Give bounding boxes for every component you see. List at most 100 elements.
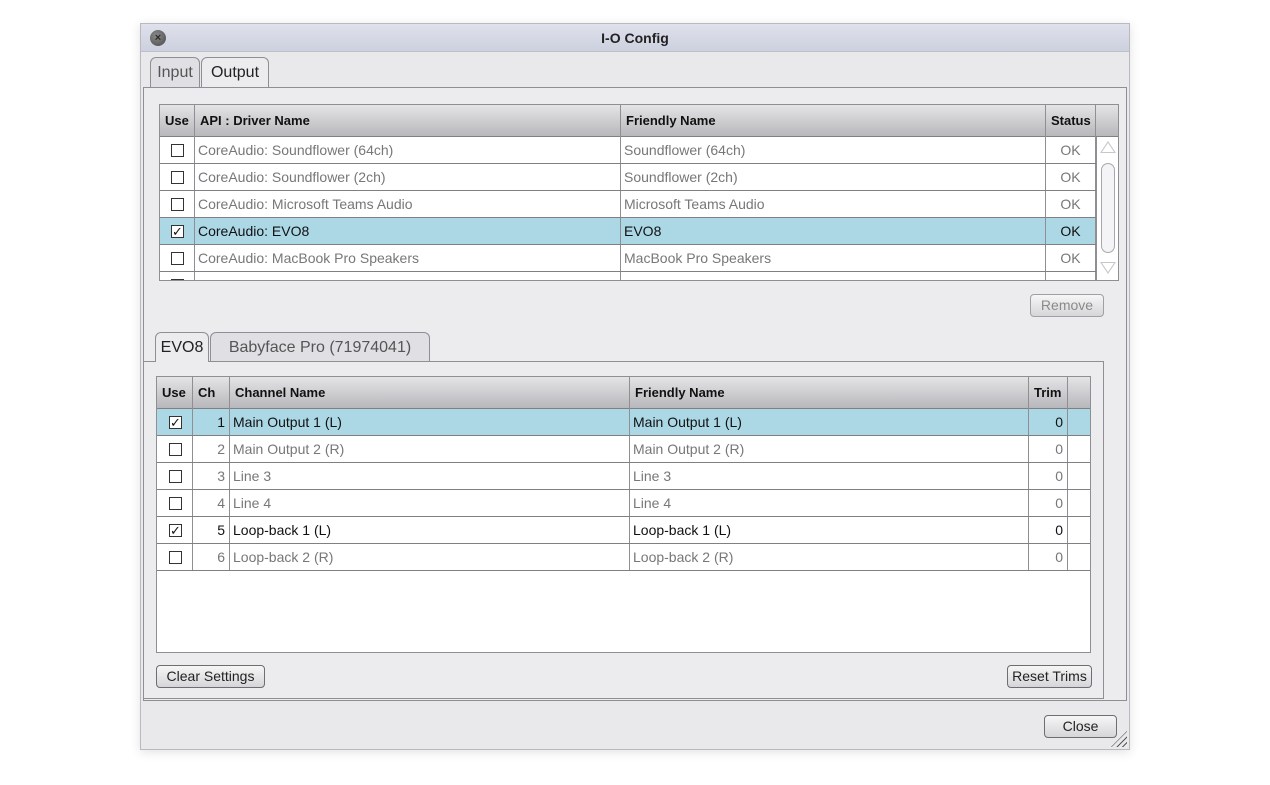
device-use-checkbox[interactable]: ✓	[171, 225, 184, 238]
scroll-down-arrow-icon[interactable]	[1100, 262, 1116, 274]
window-title: I-O Config	[601, 30, 669, 46]
col-channel-name-header[interactable]: Channel Name	[230, 377, 630, 409]
driver-name-cell: CoreAudio: Soundflower (2ch)	[195, 164, 621, 190]
driver-name-cell: CoreAudio: Babyface Pro (71974041)	[195, 272, 621, 280]
title-bar[interactable]: × I-O Config	[141, 24, 1129, 52]
device-row[interactable]: CoreAudio: Microsoft Teams Audio Microsof…	[160, 191, 1096, 218]
close-button[interactable]: Close	[1044, 715, 1117, 738]
device-row[interactable]: CoreAudio: Soundflower (2ch) Soundflower …	[160, 164, 1096, 191]
status-cell: OK	[1046, 164, 1096, 190]
device-channels-panel: Use Ch Channel Name Friendly Name Trim ✓…	[144, 361, 1104, 699]
channel-use-checkbox[interactable]: ✓	[169, 524, 182, 537]
tab-input[interactable]: Input	[150, 57, 200, 87]
status-cell: OK	[1046, 218, 1096, 244]
use-cell: ✓	[160, 218, 195, 244]
tab-device-evo8[interactable]: EVO8	[155, 332, 209, 362]
scroll-thumb[interactable]	[1101, 163, 1115, 253]
channel-row[interactable]: ✓ 1 Main Output 1 (L) Main Output 1 (L) 0	[157, 409, 1090, 436]
status-cell: OK	[1046, 191, 1096, 217]
checkmark-icon: ✓	[172, 278, 183, 280]
friendly-name-cell: Main Output 2 (R)	[630, 436, 1029, 462]
use-cell: ✓	[160, 272, 195, 280]
channels-table-header: Use Ch Channel Name Friendly Name Trim	[157, 377, 1090, 409]
col-trim-header[interactable]: Trim	[1029, 377, 1068, 409]
device-row[interactable]: ✓ CoreAudio: Babyface Pro (71974041)Babyf…	[160, 272, 1096, 280]
channel-number-cell: 2	[193, 436, 230, 462]
trim-cell[interactable]: 0	[1029, 517, 1068, 543]
devices-scrollbar[interactable]	[1096, 137, 1118, 280]
devices-table: Use API : Driver Name Friendly Name Stat…	[159, 104, 1119, 281]
friendly-name-cell: Line 3	[630, 463, 1029, 489]
friendly-name-cell: Line 4	[630, 490, 1029, 516]
device-use-checkbox[interactable]: ✓	[171, 278, 184, 280]
use-cell	[157, 544, 193, 570]
use-cell	[160, 137, 195, 163]
col-use-header[interactable]: Use	[157, 377, 193, 409]
friendly-name-cell: Main Output 1 (L)	[630, 409, 1029, 435]
channel-use-checkbox[interactable]	[169, 443, 182, 456]
trim-cell[interactable]: 0	[1029, 436, 1068, 462]
friendly-name-cell: MacBook Pro Speakers	[621, 245, 1046, 271]
col-friendly-header[interactable]: Friendly Name	[630, 377, 1029, 409]
trim-cell[interactable]: 0	[1029, 544, 1068, 570]
friendly-name-cell: Loop-back 1 (L)	[630, 517, 1029, 543]
channel-use-checkbox[interactable]	[169, 470, 182, 483]
trim-cell[interactable]: 0	[1029, 490, 1068, 516]
use-cell	[160, 164, 195, 190]
tab-device-babyface-pro[interactable]: Babyface Pro (71974041)	[210, 332, 430, 362]
friendly-name-cell: Microsoft Teams Audio	[621, 191, 1046, 217]
channel-number-cell: 4	[193, 490, 230, 516]
channel-use-checkbox[interactable]	[169, 551, 182, 564]
trim-cell[interactable]: 0	[1029, 463, 1068, 489]
status-cell: OK	[1046, 245, 1096, 271]
friendly-name-cell: Loop-back 2 (R)	[630, 544, 1029, 570]
channel-name-cell: Main Output 2 (R)	[230, 436, 630, 462]
col-ch-header[interactable]: Ch	[193, 377, 230, 409]
device-use-checkbox[interactable]	[171, 171, 184, 184]
scroll-up-arrow-icon[interactable]	[1100, 141, 1116, 153]
use-cell	[157, 436, 193, 462]
col-friendly-header[interactable]: Friendly Name	[621, 105, 1046, 137]
channel-row[interactable]: 6 Loop-back 2 (R) Loop-back 2 (R) 0	[157, 544, 1090, 571]
driver-name-cell: CoreAudio: MacBook Pro Speakers	[195, 245, 621, 271]
status-cell: OK	[1046, 272, 1096, 280]
use-cell: ✓	[157, 517, 193, 543]
channel-row[interactable]: 3 Line 3 Line 30	[157, 463, 1090, 490]
channel-row[interactable]: ✓ 5 Loop-back 1 (L) Loop-back 1 (L) 0	[157, 517, 1090, 544]
tab-output[interactable]: Output	[201, 57, 269, 87]
driver-name-cell: CoreAudio: EVO8	[195, 218, 621, 244]
device-row[interactable]: CoreAudio: MacBook Pro Speakers MacBook P…	[160, 245, 1096, 272]
device-row[interactable]: ✓ CoreAudio: EVO8 EVO8 OK	[160, 218, 1096, 245]
device-use-checkbox[interactable]	[171, 198, 184, 211]
devices-table-header: Use API : Driver Name Friendly Name Stat…	[160, 105, 1118, 137]
clear-settings-button[interactable]: Clear Settings	[156, 665, 265, 688]
channel-use-checkbox[interactable]: ✓	[169, 416, 182, 429]
channel-name-cell: Line 3	[230, 463, 630, 489]
channel-use-checkbox[interactable]	[169, 497, 182, 510]
device-row[interactable]: CoreAudio: Soundflower (64ch) Soundflower…	[160, 137, 1096, 164]
channels-table: Use Ch Channel Name Friendly Name Trim ✓…	[156, 376, 1091, 653]
channel-name-cell: Line 4	[230, 490, 630, 516]
status-cell: OK	[1046, 137, 1096, 163]
channel-row[interactable]: 4 Line 4 Line 40	[157, 490, 1090, 517]
col-driver-header[interactable]: API : Driver Name	[195, 105, 621, 137]
col-use-header[interactable]: Use	[160, 105, 195, 137]
channel-name-cell: Main Output 1 (L)	[230, 409, 630, 435]
use-cell	[160, 245, 195, 271]
use-cell	[160, 191, 195, 217]
trim-cell[interactable]: 0	[1029, 409, 1068, 435]
col-status-header[interactable]: Status	[1046, 105, 1096, 137]
device-use-checkbox[interactable]	[171, 252, 184, 265]
use-cell: ✓	[157, 409, 193, 435]
driver-name-cell: CoreAudio: Microsoft Teams Audio	[195, 191, 621, 217]
channel-number-cell: 6	[193, 544, 230, 570]
channel-number-cell: 3	[193, 463, 230, 489]
device-use-checkbox[interactable]	[171, 144, 184, 157]
checkmark-icon: ✓	[170, 523, 181, 538]
checkmark-icon: ✓	[172, 224, 183, 239]
channel-row[interactable]: 2 Main Output 2 (R) Main Output 2 (R) 0	[157, 436, 1090, 463]
channel-name-cell: Loop-back 2 (R)	[230, 544, 630, 570]
io-config-window: × I-O Config Input Output Use API : Driv…	[140, 23, 1130, 750]
reset-trims-button[interactable]: Reset Trims	[1007, 665, 1092, 688]
remove-button[interactable]: Remove	[1030, 294, 1104, 317]
